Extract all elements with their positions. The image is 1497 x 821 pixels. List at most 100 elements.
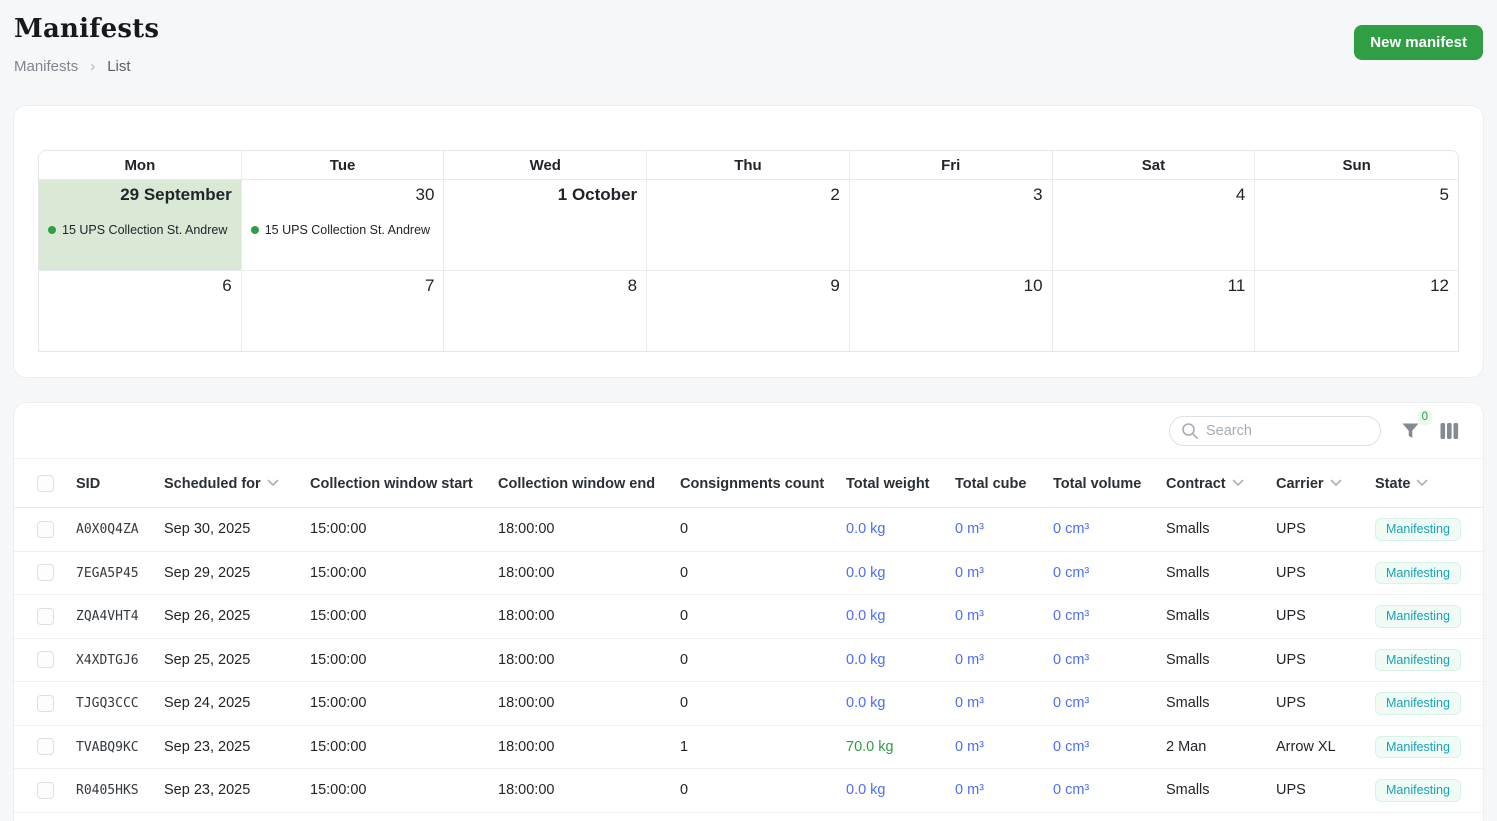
day-header-fri: Fri (850, 151, 1053, 180)
calendar-day-cell[interactable]: 10 (850, 271, 1053, 351)
column-header-state[interactable]: State (1375, 459, 1483, 508)
calendar-day-cell[interactable]: 30 15 UPS Collection St. Andrew (242, 180, 445, 271)
event-dot-icon (251, 226, 259, 234)
calendar-event-label: 15 UPS Collection St. Andrew (265, 223, 430, 237)
total-weight-link[interactable]: 70.0 kg (846, 739, 894, 755)
select-all-checkbox[interactable] (37, 475, 54, 492)
column-header-sid[interactable]: SID (76, 459, 164, 508)
new-manifest-button[interactable]: New manifest (1354, 25, 1483, 60)
contract-value: Smalls (1166, 551, 1276, 595)
table-row[interactable]: R0405HKS Sep 23, 2025 15:00:00 18:00:00 … (14, 769, 1483, 813)
table-row[interactable]: TJGQ3CCC Sep 24, 2025 15:00:00 18:00:00 … (14, 682, 1483, 726)
window-end-value: 18:00:00 (498, 595, 680, 639)
calendar-date-label: 3 (850, 183, 1052, 205)
table-row[interactable]: NDQ954Z2 Sep 22, 2025 15:00:00 18:00:00 … (14, 812, 1483, 821)
filter-count-badge: 0 (1418, 410, 1432, 425)
search-input[interactable] (1169, 416, 1381, 446)
table-row[interactable]: ZQA4VHT4 Sep 26, 2025 15:00:00 18:00:00 … (14, 595, 1483, 639)
consignments-count-value: 0 (680, 551, 846, 595)
total-cube-link[interactable]: 0 m³ (955, 739, 984, 755)
calendar-day-cell[interactable]: 9 (647, 271, 850, 351)
window-start-value: 15:00:00 (310, 769, 498, 813)
row-checkbox[interactable] (37, 695, 54, 712)
contract-value: Smalls (1166, 769, 1276, 813)
column-header-contract[interactable]: Contract (1166, 459, 1276, 508)
calendar-date-label: 11 (1053, 274, 1255, 296)
calendar-event[interactable]: 15 UPS Collection St. Andrew (251, 223, 442, 237)
filter-button[interactable]: 0 (1401, 422, 1420, 440)
total-weight-link[interactable]: 0.0 kg (846, 608, 886, 624)
calendar-date-label: 1 October (444, 183, 646, 205)
calendar-date-label: 29 September (39, 183, 241, 205)
calendar-day-cell[interactable]: 11 (1053, 271, 1256, 351)
calendar-day-cell[interactable]: 1 October (444, 180, 647, 271)
calendar-day-cell[interactable]: 12 (1255, 271, 1458, 351)
total-cube-link[interactable]: 0 m³ (955, 652, 984, 668)
table-row[interactable]: 7EGA5P45 Sep 29, 2025 15:00:00 18:00:00 … (14, 551, 1483, 595)
calendar-day-cell[interactable]: 8 (444, 271, 647, 351)
row-checkbox[interactable] (37, 782, 54, 799)
total-volume-link[interactable]: 0 cm³ (1053, 652, 1089, 668)
calendar-day-cell[interactable]: 2 (647, 180, 850, 271)
total-volume-link[interactable]: 0 cm³ (1053, 782, 1089, 798)
column-header-window-start[interactable]: Collection window start (310, 459, 498, 508)
calendar-day-cell[interactable]: 6 (39, 271, 242, 351)
breadcrumb-root[interactable]: Manifests (14, 58, 78, 75)
row-checkbox[interactable] (37, 608, 54, 625)
scheduled-for-value: Sep 26, 2025 (164, 595, 310, 639)
column-header-carrier[interactable]: Carrier (1276, 459, 1375, 508)
row-checkbox[interactable] (37, 521, 54, 538)
calendar-day-cell[interactable]: 7 (242, 271, 445, 351)
row-checkbox[interactable] (37, 738, 54, 755)
total-cube-link[interactable]: 0 m³ (955, 521, 984, 537)
table-row[interactable]: A0X0Q4ZA Sep 30, 2025 15:00:00 18:00:00 … (14, 508, 1483, 552)
total-cube-link[interactable]: 0 m³ (955, 782, 984, 798)
calendar-day-cell[interactable]: 3 (850, 180, 1053, 271)
calendar-date-label: 6 (39, 274, 241, 296)
contract-value: Smalls (1166, 682, 1276, 726)
sid-value: 7EGA5P45 (76, 566, 139, 581)
total-weight-link[interactable]: 0.0 kg (846, 782, 886, 798)
search-icon (1181, 422, 1199, 443)
total-cube-link[interactable]: 0 m³ (955, 608, 984, 624)
total-weight-link[interactable]: 0.0 kg (846, 695, 886, 711)
column-header-scheduled-for[interactable]: Scheduled for (164, 459, 310, 508)
row-checkbox[interactable] (37, 651, 54, 668)
total-weight-link[interactable]: 0.0 kg (846, 652, 886, 668)
chevron-down-icon (1232, 475, 1244, 491)
total-volume-link[interactable]: 0 cm³ (1053, 739, 1089, 755)
column-header-cube[interactable]: Total cube (955, 459, 1053, 508)
row-checkbox[interactable] (37, 564, 54, 581)
window-start-value: 15:00:00 (310, 725, 498, 769)
total-volume-link[interactable]: 0 cm³ (1053, 695, 1089, 711)
table-row[interactable]: X4XDTGJ6 Sep 25, 2025 15:00:00 18:00:00 … (14, 638, 1483, 682)
day-header-thu: Thu (647, 151, 850, 180)
window-start-value: 15:00:00 (310, 551, 498, 595)
column-header-window-end[interactable]: Collection window end (498, 459, 680, 508)
table-row[interactable]: TVABQ9KC Sep 23, 2025 15:00:00 18:00:00 … (14, 725, 1483, 769)
calendar-date-label: 30 (242, 183, 444, 205)
total-cube-link[interactable]: 0 m³ (955, 565, 984, 581)
table-toolbar: 0 (14, 403, 1483, 459)
calendar-event[interactable]: 15 UPS Collection St. Andrew (48, 223, 239, 237)
scheduled-for-value: Sep 23, 2025 (164, 725, 310, 769)
calendar-day-cell[interactable]: 4 (1053, 180, 1256, 271)
total-volume-link[interactable]: 0 cm³ (1053, 565, 1089, 581)
total-cube-link[interactable]: 0 m³ (955, 695, 984, 711)
total-volume-link[interactable]: 0 cm³ (1053, 521, 1089, 537)
window-start-value: 15:00:00 (310, 638, 498, 682)
total-weight-link[interactable]: 0.0 kg (846, 521, 886, 537)
sid-value: R0405HKS (76, 783, 139, 798)
total-weight-link[interactable]: 0.0 kg (846, 565, 886, 581)
calendar-day-cell[interactable]: 29 September 15 UPS Collection St. Andre… (39, 180, 242, 271)
columns-button[interactable] (1440, 422, 1459, 440)
columns-icon (1440, 428, 1459, 443)
column-header-weight[interactable]: Total weight (846, 459, 955, 508)
consignments-count-value: 0 (680, 508, 846, 552)
total-volume-link[interactable]: 0 cm³ (1053, 608, 1089, 624)
column-header-consignments[interactable]: Consignments count (680, 459, 846, 508)
scheduled-for-value: Sep 24, 2025 (164, 682, 310, 726)
calendar-day-cell[interactable]: 5 (1255, 180, 1458, 271)
column-header-volume[interactable]: Total volume (1053, 459, 1166, 508)
state-badge: Manifesting (1375, 518, 1461, 541)
